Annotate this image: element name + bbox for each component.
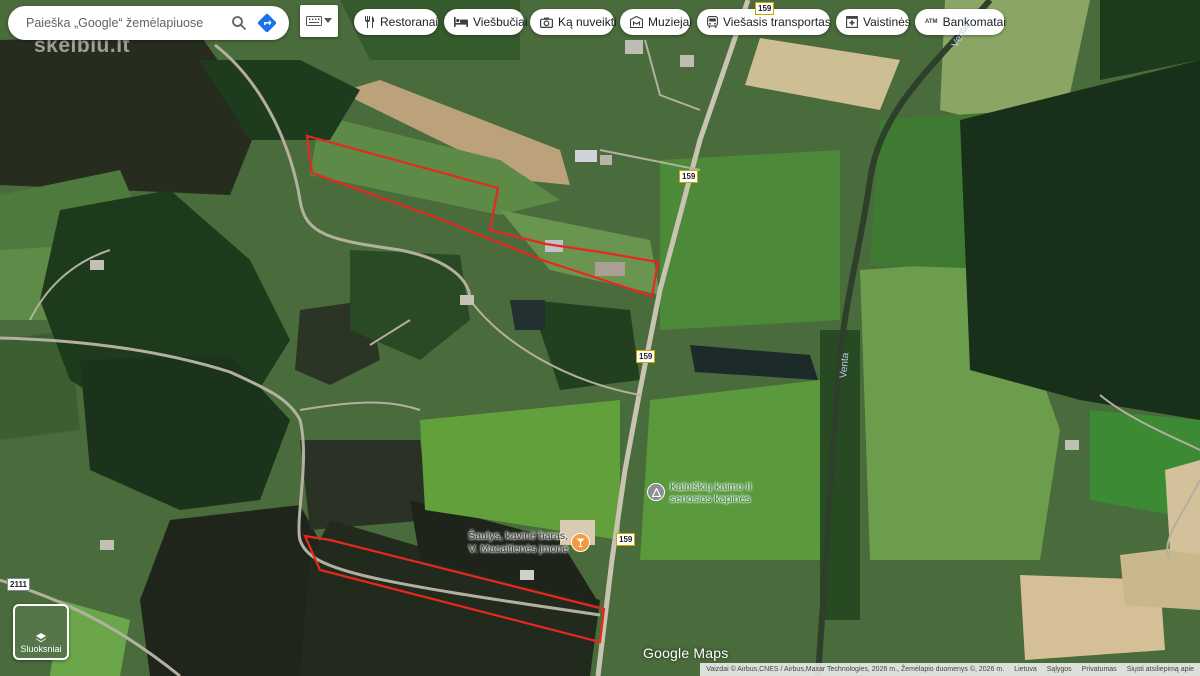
chip-label: Vaistinės [863, 15, 911, 29]
chevron-down-icon [324, 18, 332, 23]
road-shield: 159 [679, 170, 699, 183]
chip-things-to-do[interactable]: Ką nuveikti [530, 9, 617, 35]
google-maps-logo: Google Maps [643, 645, 729, 661]
road-shield: 2111 [7, 578, 30, 591]
place-label-cafe[interactable]: Šaulys, kavinė baras, V. Macaitienės įmo… [458, 530, 568, 556]
chip-label: Viešasis transportas [723, 15, 831, 29]
bus-icon [707, 16, 718, 28]
feedback-link[interactable]: Siųsti atsiliepimą apie [1127, 666, 1194, 673]
road-shield: 159 [636, 350, 656, 363]
chip-hotels[interactable]: Viešbučiai [444, 9, 528, 35]
search-box[interactable] [8, 6, 289, 40]
atm-icon: ATM [925, 19, 938, 25]
bed-icon [454, 17, 468, 27]
directions-icon[interactable] [253, 9, 281, 37]
road-shield: 159 [755, 2, 775, 15]
privacy-link[interactable]: Privatumas [1082, 666, 1117, 673]
place-label-cemetery[interactable]: Kalniškių kaimo II senosios kapinės [670, 481, 752, 505]
search-input[interactable] [24, 15, 225, 31]
layers-button[interactable]: Sluoksniai [13, 604, 69, 660]
chip-restaurants[interactable]: Restoranai [354, 9, 438, 35]
chip-label: Bankomatai [942, 15, 1006, 29]
satellite-map[interactable] [0, 0, 1200, 676]
road-shield: 159 [616, 533, 636, 546]
pharmacy-icon [846, 16, 858, 28]
chip-label: Restoranai [380, 15, 439, 29]
attribution-text: Vaizdai © Airbus,CNES / Airbus,Maxar Tec… [706, 666, 1005, 673]
chip-label: Viešbučiai [473, 15, 528, 29]
chip-museums[interactable]: Muziejai [620, 9, 693, 35]
cemetery-pin-icon[interactable] [647, 483, 665, 501]
chip-label: Ką nuveikti [558, 15, 617, 29]
keyboard-icon [306, 16, 322, 26]
chip-pharmacies[interactable]: Vaistinės [836, 9, 911, 35]
layers-label: Sluoksniai [20, 644, 62, 654]
camera-icon [540, 17, 553, 28]
river-label: Venta [838, 352, 852, 379]
museum-icon [630, 16, 643, 28]
search-icon[interactable] [225, 9, 253, 37]
terms-link[interactable]: Sąlygos [1047, 666, 1072, 673]
chip-label: Muziejai [648, 15, 693, 29]
fork-knife-icon [364, 16, 375, 28]
map-footer: Vaizdai © Airbus,CNES / Airbus,Maxar Tec… [700, 663, 1200, 676]
layers-icon [36, 633, 46, 643]
input-tools-button[interactable] [300, 5, 338, 37]
cafe-pin-icon[interactable] [571, 533, 590, 552]
country-label[interactable]: Lietuva [1014, 666, 1037, 673]
